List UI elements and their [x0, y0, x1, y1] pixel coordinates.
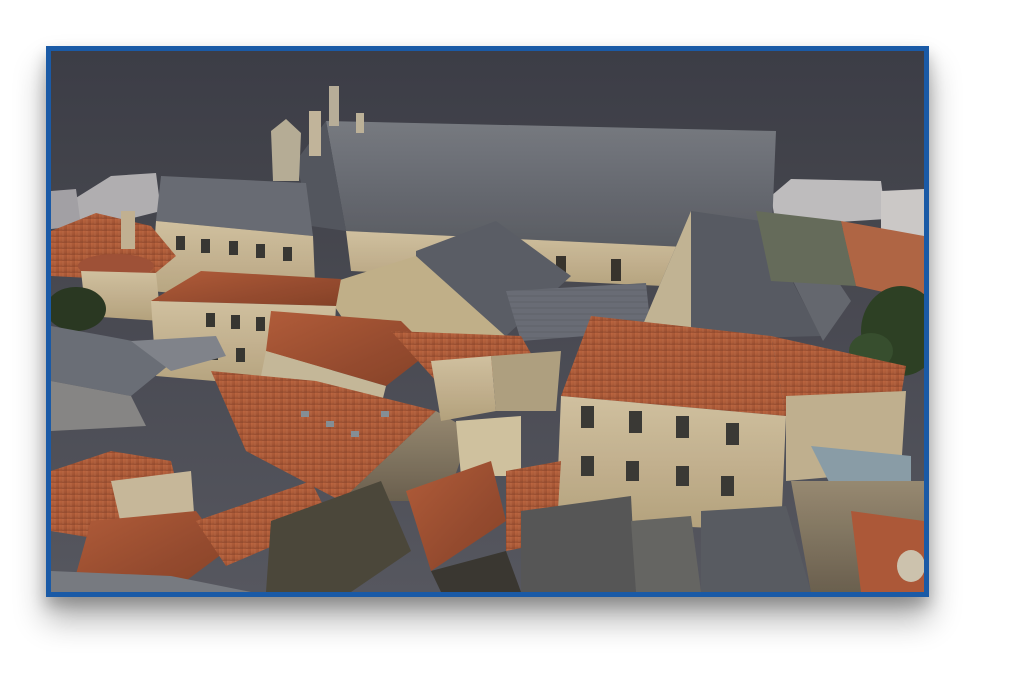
stage: [0, 0, 1024, 692]
photo-frame: [46, 46, 929, 597]
aerial-photo: [51, 51, 924, 592]
